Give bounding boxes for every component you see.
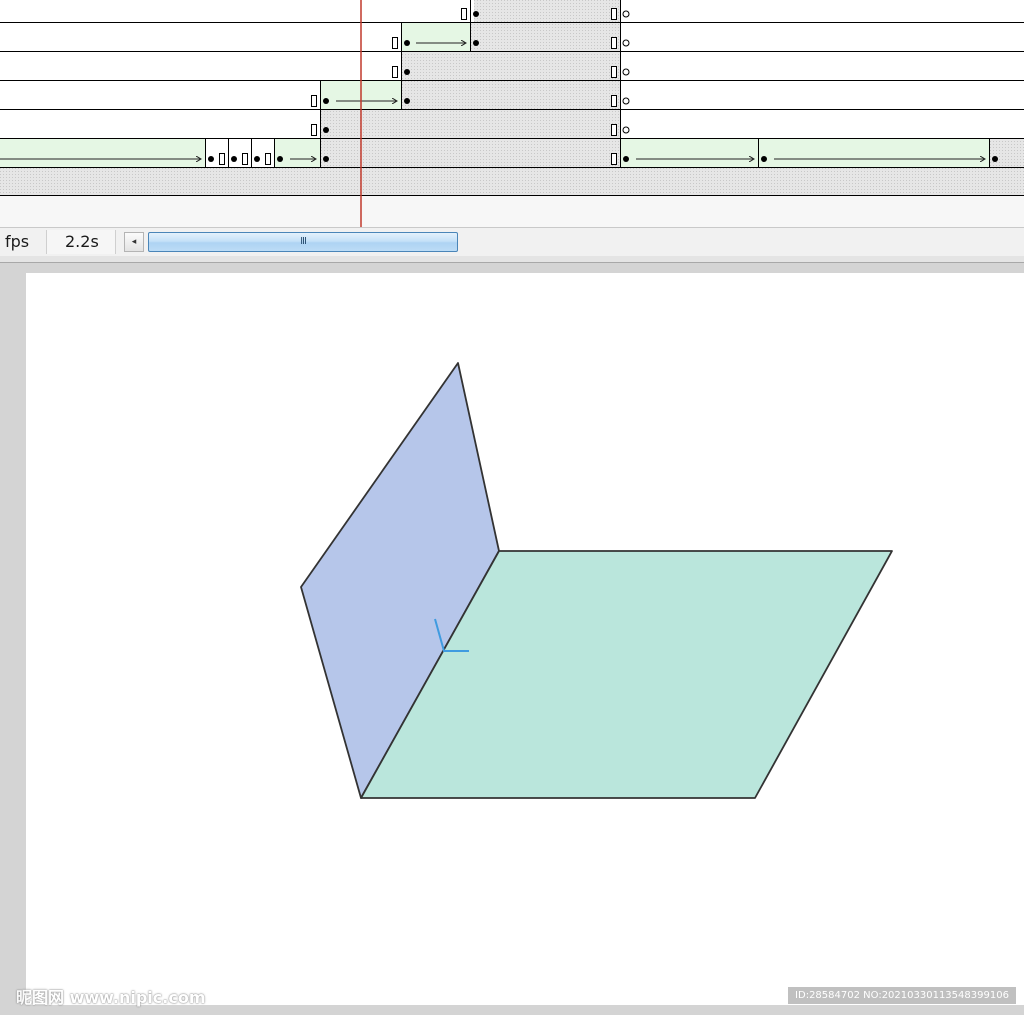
track-span[interactable] bbox=[320, 138, 620, 167]
tween-span[interactable] bbox=[402, 22, 470, 51]
stage-canvas[interactable] bbox=[26, 273, 1024, 1005]
empty-keyframe-dots bbox=[622, 10, 630, 134]
elapsed-time: 2.2s bbox=[65, 232, 99, 251]
tween-span[interactable] bbox=[0, 138, 205, 167]
track-span[interactable] bbox=[470, 22, 620, 51]
fps-label: fps bbox=[5, 232, 30, 251]
scroll-left-button[interactable]: ◂ bbox=[124, 232, 144, 252]
horizontal-scrollbar-thumb[interactable]: III bbox=[148, 232, 458, 252]
watermark-logo: 昵图网 www.nipic.com bbox=[16, 988, 206, 1007]
timeline-statusbar: fps 2.2s ◂ III bbox=[0, 227, 1024, 257]
track-span[interactable] bbox=[401, 80, 620, 109]
dihedral-angle-drawing bbox=[300, 362, 893, 799]
track-span[interactable] bbox=[402, 51, 620, 80]
track-span[interactable] bbox=[990, 138, 1024, 167]
tween-span[interactable] bbox=[275, 138, 320, 167]
tween-span[interactable] bbox=[620, 138, 758, 167]
timeline-panel[interactable]: fps 2.2s ◂ III bbox=[0, 0, 1024, 262]
empty-track bbox=[0, 195, 1024, 228]
track-span[interactable] bbox=[0, 167, 1024, 195]
panel-divider[interactable] bbox=[0, 256, 1024, 263]
watermark-id: ID:28584702 NO:20210330113548399106 bbox=[788, 987, 1016, 1004]
track-span[interactable] bbox=[321, 109, 620, 138]
timeline-frames[interactable] bbox=[0, 0, 1024, 228]
tween-span[interactable] bbox=[758, 138, 990, 167]
track-span[interactable] bbox=[474, 0, 620, 22]
